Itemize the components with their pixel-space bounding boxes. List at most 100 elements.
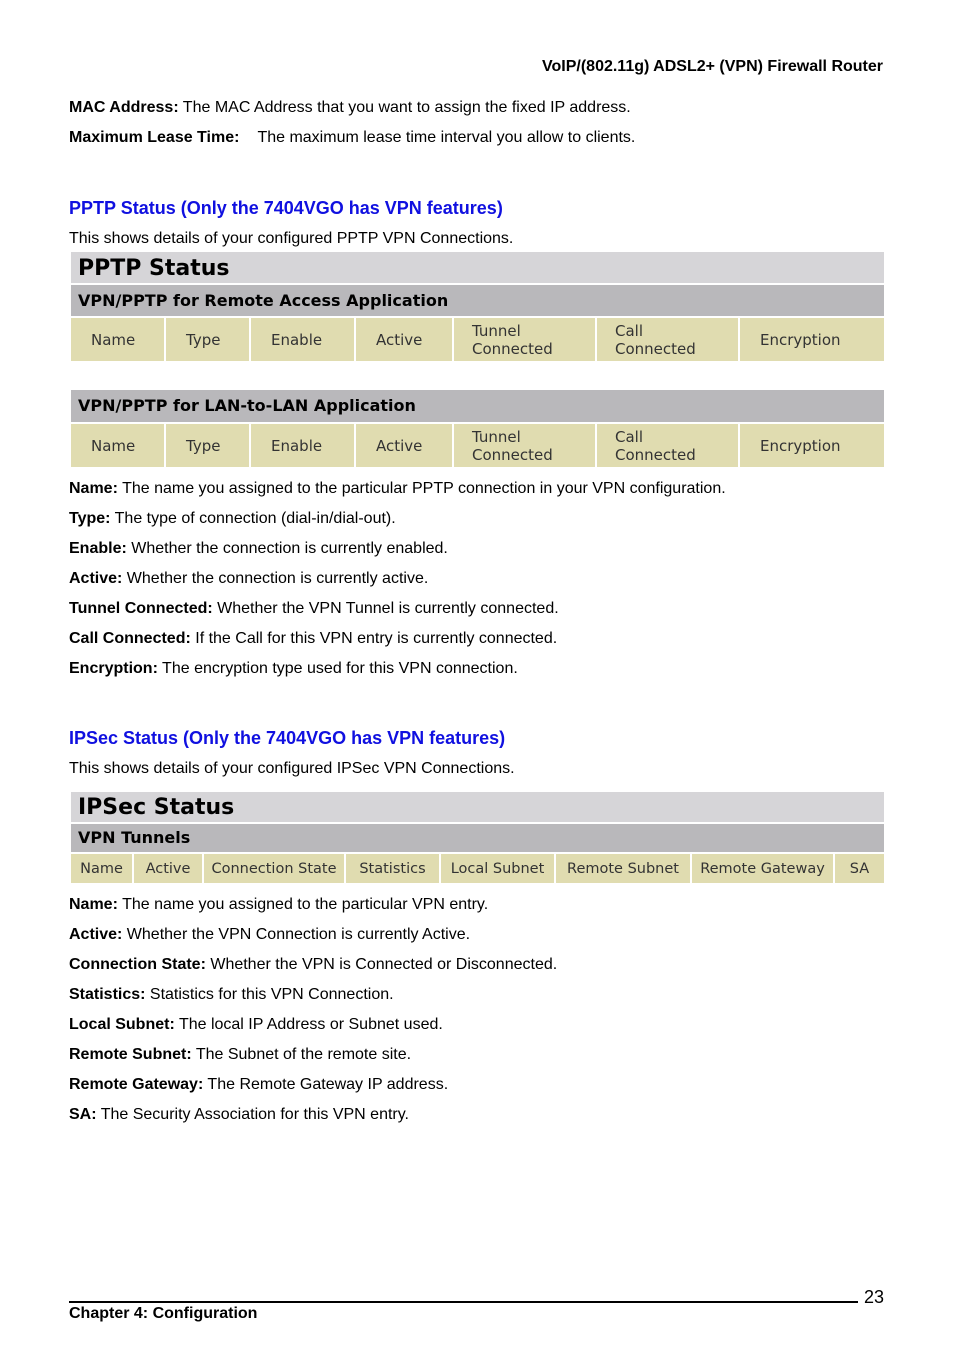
- column-header: Tunnel Connected: [454, 424, 597, 467]
- column-header-line: Call: [615, 427, 644, 446]
- definition-item: Active: Whether the connection is curren…: [69, 569, 428, 589]
- column-header-line: Tunnel: [472, 427, 521, 446]
- pptp-lan-panel: VPN/PPTP for LAN-to-LAN Application Name…: [71, 390, 884, 467]
- ipsec-status-panel: IPSec Status VPN Tunnels Name Active Conne…: [71, 792, 884, 883]
- lan-to-lan-title: VPN/PPTP for LAN-to-LAN Application: [71, 390, 884, 424]
- column-header: Name: [71, 854, 134, 883]
- definition-term: Name:: [69, 480, 118, 497]
- column-header-line: Enable: [271, 330, 323, 349]
- definition-term: Remote Subnet:: [69, 1046, 192, 1063]
- remote-access-title: VPN/PPTP for Remote Access Application: [71, 285, 884, 318]
- definition-term: Name:: [69, 896, 118, 913]
- column-header-line: Connected: [615, 339, 696, 358]
- page-number: 23: [864, 1287, 885, 1307]
- definition-term: Active:: [69, 926, 123, 943]
- column-header: Name: [71, 424, 166, 467]
- definition-term: Remote Gateway:: [69, 1076, 204, 1093]
- definition-item: Tunnel Connected: Whether the VPN Tunnel…: [69, 599, 559, 619]
- definition-term: Enable:: [69, 540, 127, 557]
- column-header: Statistics: [346, 854, 441, 883]
- column-header: Local Subnet: [441, 854, 556, 883]
- definition-item: Encryption: The encryption type used for…: [69, 659, 518, 679]
- column-header: Enable: [251, 424, 356, 467]
- document-header: VoIP/(802.11g) ADSL2+ (VPN) Firewall Rou…: [542, 58, 883, 75]
- definition-desc: Whether the connection is currently enab…: [126, 540, 448, 557]
- column-header-line: Name: [91, 330, 136, 349]
- pptp-intro: This shows details of your configured PP…: [69, 230, 514, 247]
- definition-item: SA: The Security Association for this VP…: [69, 1105, 409, 1125]
- definition-desc: The local IP Address or Subnet used.: [174, 1016, 443, 1033]
- column-header-line: Connected: [472, 339, 553, 358]
- definition-max-lease-time: Maximum Lease Time: The maximum lease tim…: [69, 128, 635, 148]
- definition-item: Active: Whether the VPN Connection is cu…: [69, 925, 470, 945]
- definition-term: SA:: [69, 1106, 97, 1123]
- definition-item: Name: The name you assigned to the parti…: [69, 479, 726, 499]
- ipsec-section-title: IPSec Status (Only the 7404VGO has VPN f…: [69, 728, 506, 748]
- definition-term: Active:: [69, 570, 123, 587]
- definition-desc: Whether the VPN Tunnel is currently conn…: [212, 600, 559, 617]
- definition-desc: Whether the connection is currently acti…: [122, 570, 429, 587]
- column-header: Call Connected: [597, 318, 740, 361]
- column-header-line: Encryption: [760, 330, 841, 349]
- definition-item: Local Subnet: The local IP Address or Su…: [69, 1015, 443, 1035]
- definition-desc: If the Call for this VPN entry is curren…: [190, 630, 558, 647]
- definition-item: Name: The name you assigned to the parti…: [69, 895, 488, 915]
- definition-desc: The maximum lease time interval you allo…: [257, 129, 636, 146]
- definition-item: Enable: Whether the connection is curren…: [69, 539, 448, 559]
- lan-to-lan-header-row: Name Type Enable Active Tunnel Connected Call C…: [71, 424, 884, 467]
- column-header: Active: [356, 424, 454, 467]
- pptp-panel-title: PPTP Status: [71, 252, 884, 285]
- column-header: Encryption: [740, 318, 884, 361]
- definition-desc: The type of connection (dial-in/dial-out…: [110, 510, 396, 527]
- definition-item: Remote Gateway: The Remote Gateway IP ad…: [69, 1075, 448, 1095]
- definition-item: Connection State: Whether the VPN is Con…: [69, 955, 557, 975]
- column-header: Connection State: [204, 854, 346, 883]
- column-header: Type: [166, 424, 251, 467]
- column-header: Active: [134, 854, 204, 883]
- definition-item: Statistics: Statistics for this VPN Conn…: [69, 985, 394, 1005]
- pptp-section-title: PPTP Status (Only the 7404VGO has VPN fe…: [69, 198, 503, 218]
- column-header-line: Type: [186, 330, 221, 349]
- column-header-line: Active: [376, 330, 423, 349]
- definition-item: Call Connected: If the Call for this VPN…: [69, 629, 557, 649]
- column-header: Active: [356, 318, 454, 361]
- definition-term: Tunnel Connected:: [69, 600, 213, 617]
- column-header-line: Tunnel: [472, 321, 521, 340]
- definition-desc: The Security Association for this VPN en…: [96, 1106, 409, 1123]
- vpn-tunnels-title: VPN Tunnels: [71, 824, 884, 854]
- definition-term: Maximum Lease Time:: [69, 129, 240, 146]
- definition-desc: Statistics for this VPN Connection.: [145, 986, 394, 1003]
- definition-term: Encryption:: [69, 660, 158, 677]
- definition-desc: The name you assigned to the particular …: [117, 896, 489, 913]
- column-header-line: Call: [615, 321, 644, 340]
- definition-term: Type:: [69, 510, 111, 527]
- definition-desc: Whether the VPN is Connected or Disconne…: [205, 956, 558, 973]
- definition-desc: The name you assigned to the particular …: [117, 480, 726, 497]
- column-header-line: Enable: [271, 436, 323, 455]
- definition-term: Connection State:: [69, 956, 206, 973]
- definition-desc: The encryption type used for this VPN co…: [157, 660, 518, 677]
- definition-mac-address: MAC Address: The MAC Address that you wa…: [69, 98, 631, 118]
- column-header-line: Name: [91, 436, 136, 455]
- column-header-line: Connected: [472, 445, 553, 464]
- definition-term: Local Subnet:: [69, 1016, 175, 1033]
- column-header-line: Type: [186, 436, 221, 455]
- remote-access-header-row: Name Type Enable Active Tunnel Connected Call C…: [71, 318, 884, 361]
- column-header: Type: [166, 318, 251, 361]
- vpn-tunnels-header-row: Name Active Connection State Statistics Loca…: [71, 854, 884, 883]
- definition-desc: Whether the VPN Connection is currently …: [122, 926, 471, 943]
- definition-desc: The Subnet of the remote site.: [191, 1046, 412, 1063]
- definition-term: Call Connected:: [69, 630, 191, 647]
- column-header: Call Connected: [597, 424, 740, 467]
- column-header: Enable: [251, 318, 356, 361]
- column-header: SA: [835, 854, 884, 883]
- footer-chapter: Chapter 4: Configuration: [69, 1305, 258, 1322]
- ipsec-intro: This shows details of your configured IP…: [69, 760, 515, 777]
- column-header: Name: [71, 318, 166, 361]
- definition-item: Remote Subnet: The Subnet of the remote …: [69, 1045, 411, 1065]
- column-header-line: Active: [376, 436, 423, 455]
- column-header: Remote Subnet: [556, 854, 692, 883]
- column-header-line: Connected: [615, 445, 696, 464]
- definition-desc: The Remote Gateway IP address.: [203, 1076, 449, 1093]
- column-header: Remote Gateway: [692, 854, 835, 883]
